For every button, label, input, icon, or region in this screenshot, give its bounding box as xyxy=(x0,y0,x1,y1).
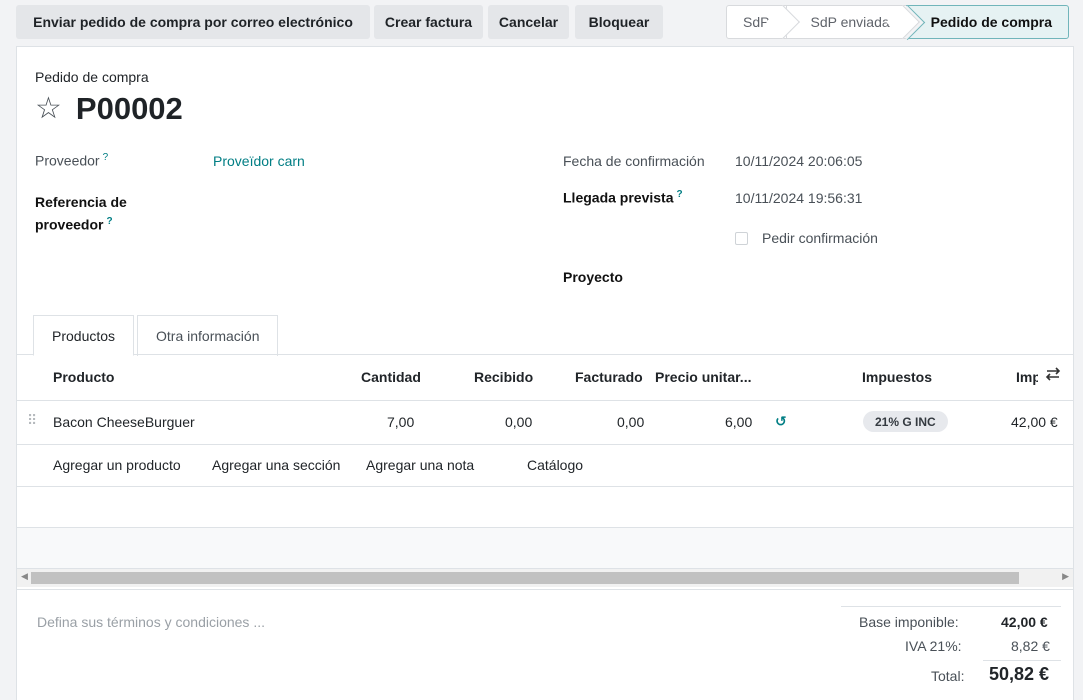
tab-label: Otra información xyxy=(156,328,260,344)
add-line-row: Agregar un producto Agregar una sección … xyxy=(17,445,1073,487)
scroll-left-icon[interactable]: ◀ xyxy=(21,571,28,582)
cell-quantity[interactable]: 7,00 xyxy=(387,414,414,430)
empty-row xyxy=(17,487,1073,528)
vendor-ref-label: Referencia de proveedor? xyxy=(35,192,127,235)
table-header: Producto Cantidad Recibido Facturado Pre… xyxy=(17,356,1073,401)
vat-value: 8,82 € xyxy=(1011,638,1050,654)
help-icon[interactable]: ? xyxy=(106,216,112,227)
cell-received[interactable]: 0,00 xyxy=(505,414,532,430)
add-product-link[interactable]: Agregar un producto xyxy=(53,457,181,473)
col-quantity[interactable]: Cantidad xyxy=(361,369,421,385)
record-type-label: Pedido de compra xyxy=(35,69,149,85)
empty-row xyxy=(17,528,1073,569)
order-footer: Defina sus términos y condiciones ... Ba… xyxy=(17,589,1073,700)
expected-arrival-label: Llegada prevista? xyxy=(563,189,683,206)
vendor-label: Proveedor? xyxy=(35,152,108,169)
history-icon[interactable]: ↺ xyxy=(775,413,787,430)
col-amount[interactable]: Imp xyxy=(1016,369,1038,385)
status-step-purchase-order[interactable]: Pedido de compra xyxy=(905,5,1069,39)
status-step-label: SdP enviada xyxy=(810,14,890,30)
vat-label: IVA 21%: xyxy=(905,638,962,654)
help-icon[interactable]: ? xyxy=(677,189,683,200)
checkbox-icon[interactable] xyxy=(735,231,748,245)
vendor-field[interactable]: Proveïdor carn xyxy=(213,153,305,169)
confirm-date-label: Fecha de confirmación xyxy=(563,153,705,169)
form-sheet: Pedido de compra ☆ P00002 Proveedor? Pro… xyxy=(16,46,1074,700)
ask-confirmation-row: Pedir confirmación xyxy=(735,230,878,246)
horizontal-scrollbar[interactable]: ◀ ▶ xyxy=(17,569,1073,587)
cell-billed[interactable]: 0,00 xyxy=(617,414,644,430)
send-email-button[interactable]: Enviar pedido de compra por correo elect… xyxy=(16,5,370,39)
cell-product[interactable]: Bacon CheeseBurguer xyxy=(53,414,195,430)
status-step-rfq-sent[interactable]: SdP enviada xyxy=(785,5,920,39)
record-title: ☆ P00002 xyxy=(35,91,183,127)
col-product[interactable]: Producto xyxy=(53,369,114,385)
cell-amount: 42,00 € xyxy=(1011,414,1058,430)
add-section-link[interactable]: Agregar una sección xyxy=(212,457,340,473)
create-invoice-button[interactable]: Crear factura xyxy=(374,5,483,39)
column-settings-icon[interactable] xyxy=(1045,365,1061,386)
tax-badge: 21% G INC xyxy=(863,411,948,432)
tab-other-info[interactable]: Otra información xyxy=(137,315,279,356)
tab-products[interactable]: Productos xyxy=(33,315,135,356)
total-divider xyxy=(983,660,1061,661)
vendor-ref-label-line1: Referencia de xyxy=(35,194,127,210)
total-value: 50,82 € xyxy=(989,664,1050,684)
drag-handle-icon[interactable]: ⠿ xyxy=(27,412,37,429)
base-label: Base imponible: xyxy=(859,614,959,630)
help-icon[interactable]: ? xyxy=(103,152,109,163)
col-received[interactable]: Recibido xyxy=(474,369,533,385)
notebook-tabs: Productos Otra información xyxy=(17,315,1073,356)
vendor-ref-label-line2: proveedor xyxy=(35,216,104,233)
cancel-button[interactable]: Cancelar xyxy=(488,5,569,39)
status-step-rfq[interactable]: SdP xyxy=(726,5,800,39)
project-label: Proyecto xyxy=(563,269,623,285)
expected-arrival-field[interactable]: 10/11/2024 19:56:31 xyxy=(735,190,862,206)
cell-unit-price[interactable]: 6,00 xyxy=(725,414,752,430)
vendor-ref-input[interactable] xyxy=(213,189,533,215)
ask-confirmation-label: Pedir confirmación xyxy=(762,230,878,246)
tab-label: Productos xyxy=(52,327,116,344)
scrollbar-thumb[interactable] xyxy=(31,572,1019,584)
status-step-label: Pedido de compra xyxy=(930,14,1052,30)
record-name: P00002 xyxy=(75,91,183,126)
star-icon[interactable]: ☆ xyxy=(35,94,62,124)
lock-button[interactable]: Bloquear xyxy=(575,5,663,39)
terms-input[interactable]: Defina sus términos y condiciones ... xyxy=(37,614,265,630)
project-input[interactable] xyxy=(735,265,1055,291)
action-bar: Enviar pedido de compra por correo elect… xyxy=(0,0,1083,44)
add-note-link[interactable]: Agregar una nota xyxy=(366,457,474,473)
expected-arrival-label-text: Llegada prevista xyxy=(563,189,674,206)
total-label: Total: xyxy=(931,668,965,684)
status-bar: SdP SdP enviada Pedido de compra xyxy=(726,5,1069,39)
col-billed[interactable]: Facturado xyxy=(575,369,643,385)
table-row[interactable]: ⠿ Bacon CheeseBurguer 7,00 0,00 0,00 6,0… xyxy=(17,401,1073,445)
confirm-date-field[interactable]: 10/11/2024 20:06:05 xyxy=(735,153,862,169)
catalog-link[interactable]: Catálogo xyxy=(527,457,583,473)
col-unit-price[interactable]: Precio unitar... xyxy=(655,369,751,385)
base-value: 42,00 € xyxy=(1001,614,1048,630)
vendor-label-text: Proveedor xyxy=(35,152,100,169)
col-taxes[interactable]: Impuestos xyxy=(862,369,932,385)
totals-divider xyxy=(841,606,1061,607)
scroll-right-icon[interactable]: ▶ xyxy=(1062,571,1069,582)
